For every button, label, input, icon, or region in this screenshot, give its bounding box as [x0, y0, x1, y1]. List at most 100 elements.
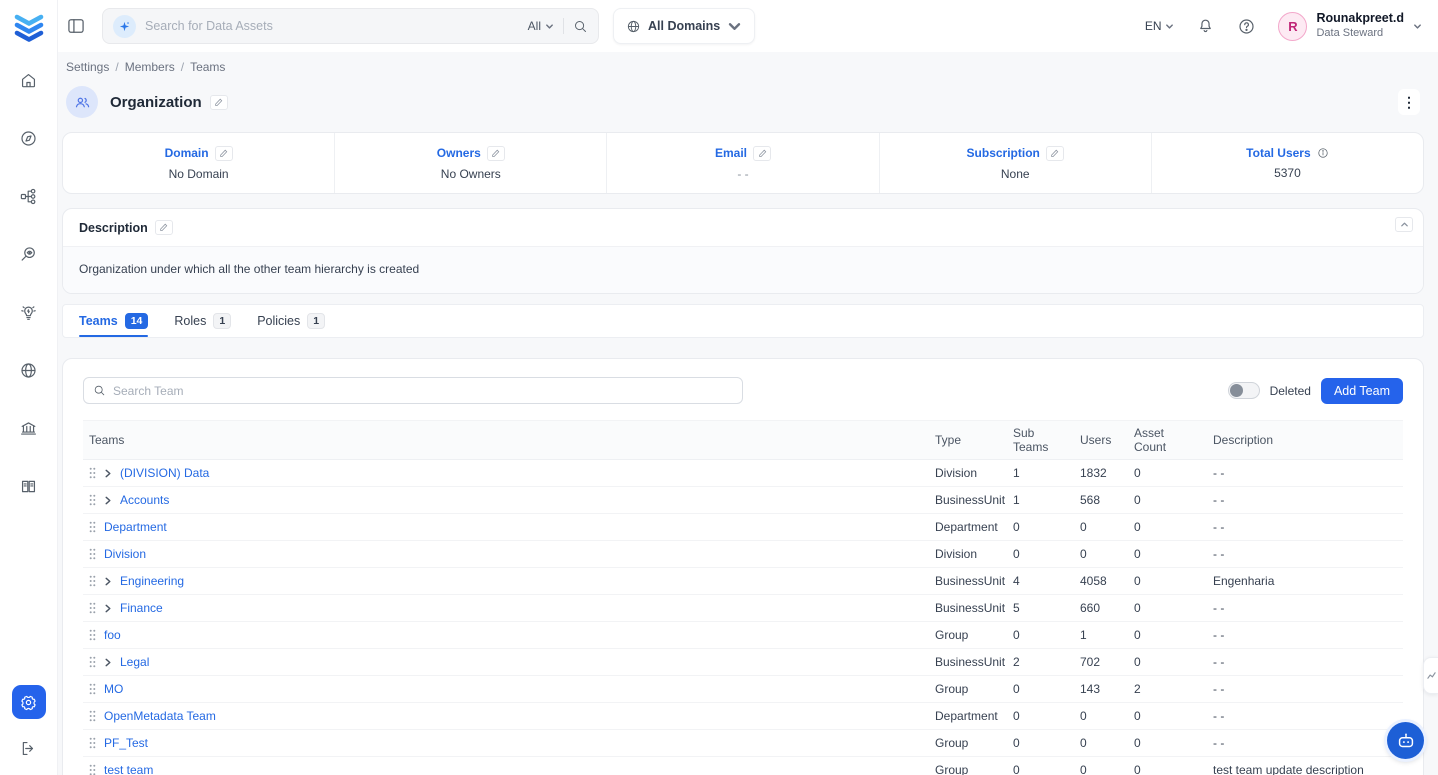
sub-teams-cell: 1 [1007, 487, 1074, 514]
sidebar-item-settings[interactable] [12, 685, 46, 719]
expand-row-icon[interactable] [104, 658, 112, 667]
sidebar-item-explore[interactable] [12, 121, 46, 155]
breadcrumb-members[interactable]: Members [125, 60, 175, 74]
drag-handle-icon[interactable] [89, 710, 96, 722]
edit-email-button[interactable] [753, 146, 771, 161]
help-button[interactable] [1237, 17, 1256, 36]
sidebar-item-data-flow[interactable] [12, 179, 46, 213]
drag-handle-icon[interactable] [89, 629, 96, 641]
team-name-link[interactable]: (DIVISION) Data [120, 466, 209, 480]
team-name-link[interactable]: PF_Test [104, 736, 148, 750]
team-type-cell: Group [929, 622, 1007, 649]
chatbot-button[interactable] [1387, 722, 1424, 759]
drag-handle-icon[interactable] [89, 764, 96, 775]
activity-icon [1427, 671, 1436, 680]
notifications-button[interactable] [1196, 17, 1215, 36]
search-scope-dropdown[interactable]: All [528, 19, 554, 33]
asset-count-cell: 0 [1128, 460, 1207, 487]
team-name-link[interactable]: Legal [120, 655, 149, 669]
edit-description-button[interactable] [155, 220, 173, 235]
language-selector[interactable]: EN [1145, 19, 1175, 33]
edit-owners-button[interactable] [487, 146, 505, 161]
expand-row-icon[interactable] [104, 496, 112, 505]
team-search-input[interactable] [113, 384, 733, 398]
team-name-link[interactable]: Engineering [120, 574, 184, 588]
table-row: foo Group 0 1 0 - - [83, 622, 1403, 649]
sidebar-toggle-button[interactable] [64, 14, 88, 38]
all-domains-button[interactable]: All Domains [613, 8, 755, 44]
roles-count-badge: 1 [213, 313, 231, 329]
asset-count-cell: 0 [1128, 703, 1207, 730]
sidebar-item-observability[interactable] [12, 237, 46, 271]
drag-handle-icon[interactable] [89, 521, 96, 533]
more-options-button[interactable]: ⋮ [1398, 89, 1420, 115]
team-name-link[interactable]: Accounts [120, 493, 169, 507]
team-type-cell: BusinessUnit [929, 568, 1007, 595]
drag-handle-icon[interactable] [89, 467, 96, 479]
team-name-link[interactable]: Finance [120, 601, 163, 615]
search-icon[interactable] [573, 19, 588, 34]
ai-sparkle-icon[interactable] [113, 15, 136, 38]
team-name-link[interactable]: test team [104, 763, 153, 775]
tab-policies[interactable]: Policies 1 [257, 305, 325, 337]
deleted-toggle[interactable] [1228, 382, 1260, 399]
description-cell: - - [1207, 514, 1403, 541]
team-type-cell: Group [929, 757, 1007, 775]
description-cell: - - [1207, 730, 1403, 757]
drag-handle-icon[interactable] [89, 683, 96, 695]
edit-domain-button[interactable] [215, 146, 233, 161]
team-name-link[interactable]: foo [104, 628, 121, 642]
question-circle-icon [1237, 17, 1256, 36]
drag-handle-icon[interactable] [89, 494, 96, 506]
openmetadata-logo[interactable] [11, 9, 47, 45]
robot-icon [1395, 730, 1417, 752]
tabs-bar: Teams 14 Roles 1 Policies 1 [62, 304, 1424, 338]
sidebar-item-glossary[interactable] [12, 469, 46, 503]
sub-teams-cell: 0 [1007, 622, 1074, 649]
team-name-link[interactable]: Department [104, 520, 167, 534]
team-name-link[interactable]: OpenMetadata Team [104, 709, 216, 723]
tab-teams[interactable]: Teams 14 [79, 305, 148, 337]
team-name-link[interactable]: Division [104, 547, 146, 561]
table-row: Division Division 0 0 0 - - [83, 541, 1403, 568]
team-summary-card: Domain No Domain Owners No Owners Email [62, 132, 1424, 194]
sidebar-item-govern[interactable] [12, 411, 46, 445]
expand-row-icon[interactable] [104, 604, 112, 613]
expand-row-icon[interactable] [104, 469, 112, 478]
column-header-type: Type [929, 421, 1007, 460]
user-name: Rounakpreet.d [1316, 11, 1404, 27]
edit-display-name-button[interactable] [210, 95, 228, 110]
edit-subscription-button[interactable] [1046, 146, 1064, 161]
search-input[interactable] [145, 19, 519, 33]
team-type-cell: BusinessUnit [929, 649, 1007, 676]
sidebar-item-domains[interactable] [12, 353, 46, 387]
team-name-link[interactable]: MO [104, 682, 123, 696]
drag-handle-icon[interactable] [89, 656, 96, 668]
user-menu[interactable]: R Rounakpreet.d Data Steward [1278, 11, 1422, 40]
collapse-description-button[interactable] [1395, 217, 1413, 232]
tab-roles[interactable]: Roles 1 [174, 305, 231, 337]
users-cell: 1832 [1074, 460, 1128, 487]
users-cell: 1 [1074, 622, 1128, 649]
drag-handle-icon[interactable] [89, 575, 96, 587]
description-cell: - - [1207, 541, 1403, 568]
breadcrumb-settings[interactable]: Settings [66, 60, 109, 74]
team-type-cell: Division [929, 541, 1007, 568]
drag-handle-icon[interactable] [89, 548, 96, 560]
sidebar-item-home[interactable] [12, 63, 46, 97]
drag-handle-icon[interactable] [89, 602, 96, 614]
add-team-button[interactable]: Add Team [1321, 378, 1403, 404]
side-panel-handle[interactable] [1423, 657, 1438, 694]
team-type-cell: BusinessUnit [929, 595, 1007, 622]
sidebar-item-logout[interactable] [12, 731, 46, 765]
sidebar-item-insights[interactable] [12, 295, 46, 329]
teams-panel: Deleted Add Team Teams Type Sub Teams Us… [62, 358, 1424, 775]
drag-handle-icon[interactable] [89, 737, 96, 749]
page-header: Organization ⋮ [62, 84, 1424, 132]
expand-row-icon[interactable] [104, 577, 112, 586]
asset-count-cell: 0 [1128, 757, 1207, 775]
breadcrumb-teams: Teams [190, 60, 225, 74]
sub-teams-cell: 5 [1007, 595, 1074, 622]
table-row: Legal BusinessUnit 2 702 0 - - [83, 649, 1403, 676]
user-avatar: R [1278, 12, 1307, 41]
